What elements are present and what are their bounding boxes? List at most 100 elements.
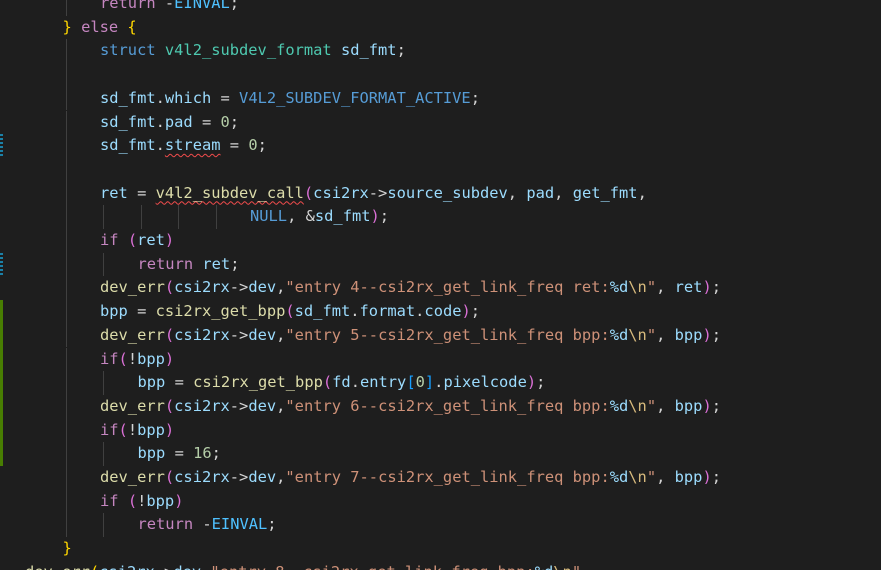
code-token: ( xyxy=(164,468,175,486)
code-token: . xyxy=(350,373,360,392)
code-line[interactable]: bpp = csi2rx_get_bpp(sd_fmt.format.code)… xyxy=(100,300,480,324)
code-line[interactable]: if (ret) xyxy=(100,229,174,253)
indent-guide xyxy=(65,86,67,111)
code-token: \n xyxy=(628,468,647,486)
code-token: . xyxy=(155,136,165,155)
code-token: which xyxy=(164,88,212,107)
code-token: , xyxy=(276,396,286,415)
code-line[interactable]: NULL, &sd_fmt); xyxy=(250,205,389,229)
gutter-change-marker[interactable] xyxy=(0,134,3,158)
code-token: ( xyxy=(90,563,99,570)
code-token: = xyxy=(165,373,194,392)
indent-guide xyxy=(65,513,67,538)
code-token: csi2rx xyxy=(174,278,230,297)
code-token: . xyxy=(155,88,165,107)
code-token: ; xyxy=(711,468,722,486)
code-token: if xyxy=(100,231,119,249)
code-line[interactable]: } else { xyxy=(63,16,137,40)
code-token: , xyxy=(637,183,647,202)
code-token: dev xyxy=(248,468,277,486)
code-line[interactable]: bpp = csi2rx_get_bpp(fd.entry[0].pixelco… xyxy=(138,371,546,395)
code-token: ) xyxy=(370,207,380,226)
code-token: bpp xyxy=(137,349,165,368)
code-line[interactable]: return -EINVAL; xyxy=(138,513,277,537)
code-line[interactable]: sd_fmt.which = V4L2_SUBDEV_FORMAT_ACTIVE… xyxy=(100,87,480,111)
indent-guide xyxy=(65,323,67,348)
code-token: pixelcode xyxy=(443,373,527,392)
code-token: ( xyxy=(303,183,314,202)
indent-guide xyxy=(65,181,67,206)
code-token: code xyxy=(424,302,462,321)
code-token: csi2rx xyxy=(174,468,230,486)
indent-guide xyxy=(65,466,67,490)
code-line[interactable]: if (!bpp) xyxy=(100,490,183,514)
code-token: , xyxy=(656,278,675,297)
code-token: ; xyxy=(711,278,722,297)
code-token: ( xyxy=(118,349,128,368)
code-token: ) xyxy=(164,349,175,368)
code-token: " xyxy=(572,563,581,570)
code-token: dev_err xyxy=(100,325,165,344)
gutter-change-marker[interactable] xyxy=(0,252,3,277)
code-token: pad xyxy=(526,183,555,202)
code-line[interactable]: sd_fmt.stream = 0; xyxy=(100,134,267,158)
code-token: , xyxy=(554,183,573,202)
code-token: = xyxy=(211,88,240,107)
code-line[interactable]: if(!bpp) xyxy=(100,348,174,372)
code-token: ) xyxy=(174,491,184,510)
code-token: -> xyxy=(229,325,249,344)
code-line[interactable]: ret = v4l2_subdev_call(csi2rx->source_su… xyxy=(100,182,647,206)
indent-guide xyxy=(65,134,67,158)
indent-guide xyxy=(103,442,104,466)
code-token: ) xyxy=(702,278,712,297)
code-token: dev_err xyxy=(100,278,165,297)
code-token: . xyxy=(155,112,165,131)
code-token: stream xyxy=(164,136,221,155)
code-token: v4l2_subdev_call xyxy=(155,183,304,202)
code-token: { xyxy=(127,17,137,36)
code-token: ; xyxy=(396,41,406,60)
indent-guide xyxy=(215,205,217,229)
code-token: , xyxy=(581,563,600,570)
code-line[interactable]: dev_err(csi2rx->dev,"entry 5--csi2rx_get… xyxy=(100,324,721,348)
code-token: sd_fmt xyxy=(100,112,156,131)
code-line[interactable]: } xyxy=(63,537,72,561)
code-line[interactable]: if(!bpp) xyxy=(100,419,174,443)
code-token: if xyxy=(100,491,119,510)
code-line[interactable]: return -EINVAL; xyxy=(100,0,239,16)
code-token: dev xyxy=(248,325,277,344)
code-token: return xyxy=(137,515,194,534)
code-token: sd_fmt xyxy=(314,207,371,226)
code-token: ret xyxy=(674,278,703,297)
code-token: return xyxy=(100,0,156,12)
indent-guide xyxy=(65,371,67,395)
code-token: "entry 7--csi2rx_get_link_freq bpp: xyxy=(285,468,610,486)
code-line[interactable]: return ret; xyxy=(138,253,240,277)
code-line[interactable]: dev_err(csi2rx->dev,"entry 7--csi2rx_get… xyxy=(100,466,721,490)
code-editor[interactable]: return -EINVAL;} else {struct v4l2_subde… xyxy=(0,0,881,570)
indent-guide xyxy=(65,63,67,87)
code-token: -> xyxy=(229,278,249,297)
code-token: "entry 8--csi2rx_get_link_freq bpp: xyxy=(210,563,534,570)
code-token: ) xyxy=(702,468,712,486)
code-line[interactable]: bpp = 16; xyxy=(138,442,221,466)
code-token: ] xyxy=(424,373,435,392)
code-token: bpp xyxy=(100,302,128,321)
code-line[interactable]: dev_err(csi2rx->dev,"entry 8--csi2rx_get… xyxy=(25,561,600,570)
code-line[interactable]: sd_fmt.pad = 0; xyxy=(100,111,239,135)
code-token: ; xyxy=(257,136,267,155)
code-token: entry xyxy=(359,373,407,392)
gutter-change-marker[interactable] xyxy=(0,300,3,466)
code-line[interactable]: dev_err(csi2rx->dev,"entry 4--csi2rx_get… xyxy=(100,276,721,300)
code-token: ! xyxy=(127,420,138,439)
indent-guide xyxy=(140,205,142,229)
code-line[interactable]: dev_err(csi2rx->dev,"entry 6--csi2rx_get… xyxy=(100,395,721,419)
code-token: \n xyxy=(628,396,647,415)
code-token: = xyxy=(165,444,194,463)
code-token: bpp xyxy=(674,396,703,415)
code-token: sd_fmt xyxy=(294,302,351,321)
code-token: ( xyxy=(127,231,138,249)
code-line[interactable]: struct v4l2_subdev_format sd_fmt; xyxy=(100,39,406,63)
code-token: format xyxy=(359,302,416,321)
